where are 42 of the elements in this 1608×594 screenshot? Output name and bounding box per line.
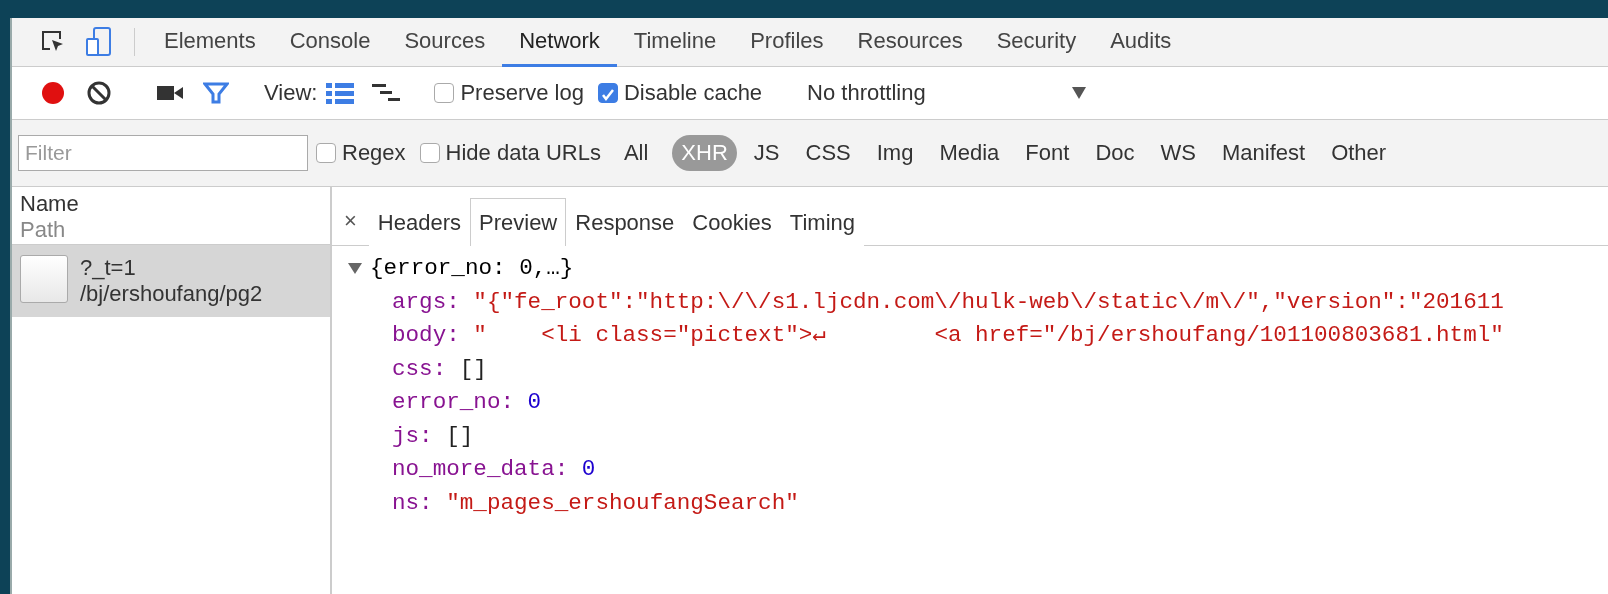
- type-filter[interactable]: Media: [930, 135, 1009, 171]
- panel-tab[interactable]: Elements: [147, 18, 273, 67]
- throttling-dropdown[interactable]: No throttling: [789, 80, 1094, 106]
- json-property: ns: "m_pages_ershoufangSearch": [391, 488, 800, 518]
- json-property: error_no: 0: [391, 388, 543, 417]
- json-property: body: " <li class="pictext">↵ <a href="/bj/ershoufang/101100803681.html": [391, 321, 1505, 350]
- panel-tab[interactable]: Audits: [1093, 18, 1189, 67]
- panel-tab[interactable]: Network: [502, 18, 617, 67]
- object-summary: {error_no: 0,…}: [370, 254, 574, 283]
- view-label: View:: [264, 80, 318, 106]
- request-row[interactable]: ?_t=1 /bj/ershoufang/pg2: [12, 245, 330, 317]
- request-path: /bj/ershoufang/pg2: [80, 281, 263, 307]
- type-filter[interactable]: Doc: [1086, 135, 1144, 171]
- type-filter[interactable]: Font: [1016, 135, 1079, 171]
- json-property: args: "{"fe_root":"http:\/\/s1.ljcdn.com\/hulk-web\/static\/m\/","version":"201611: [391, 287, 1505, 317]
- panel-tab[interactable]: Console: [272, 18, 388, 67]
- panel-tab[interactable]: Timeline: [616, 18, 734, 67]
- json-property: js: []: [391, 421, 475, 451]
- panel-tab[interactable]: Security: [979, 18, 1094, 67]
- expand-triangle-icon[interactable]: [348, 263, 362, 275]
- json-property: no_more_data: 0: [391, 455, 597, 484]
- type-filter[interactable]: Img: [867, 135, 923, 171]
- json-property: css: []: [391, 354, 488, 384]
- file-icon: [20, 255, 68, 303]
- filter-field[interactable]: Filter: [18, 135, 308, 171]
- preserve-log-checkbox[interactable]: Preserve log: [434, 80, 584, 106]
- type-filter[interactable]: All: [614, 135, 658, 171]
- type-filter[interactable]: Manifest: [1212, 135, 1315, 171]
- detail-tab[interactable]: Preview: [470, 198, 567, 246]
- regex-checkbox[interactable]: Regex: [316, 140, 406, 166]
- panel-tab[interactable]: Resources: [840, 18, 980, 67]
- panel-tab[interactable]: Sources: [387, 18, 503, 67]
- close-icon[interactable]: ×: [344, 197, 357, 245]
- caret-icon: [1071, 86, 1088, 100]
- request-name: ?_t=1: [80, 255, 137, 281]
- type-filter[interactable]: JS: [744, 135, 789, 171]
- type-filter[interactable]: CSS: [796, 135, 860, 171]
- type-filter[interactable]: Other: [1322, 135, 1396, 171]
- type-filter[interactable]: WS: [1151, 135, 1205, 171]
- panel-tab[interactable]: Profiles: [733, 18, 841, 67]
- hide-data-urls-checkbox[interactable]: Hide data URLs: [419, 140, 601, 166]
- disable-cache-checkbox[interactable]: Disable cache: [597, 80, 763, 106]
